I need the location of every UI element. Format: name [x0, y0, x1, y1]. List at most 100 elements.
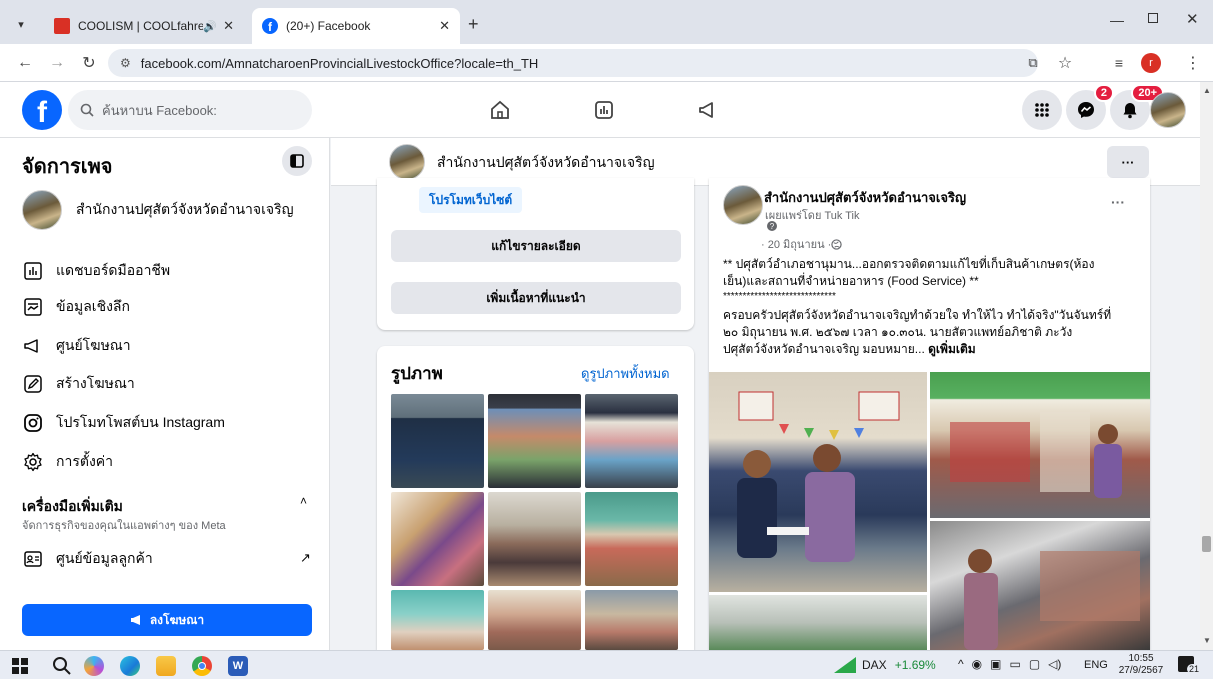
volume-icon[interactable]: ◁) — [1048, 657, 1061, 671]
edit-details-button[interactable]: แก้ไขรายละเอียด — [391, 230, 681, 262]
reading-list-icon[interactable]: ≡ — [1106, 50, 1132, 76]
sidebar-item-settings[interactable]: การตั้งค่า — [22, 447, 113, 477]
post-image[interactable] — [930, 521, 1150, 650]
post-line: ๒๐ มิถุนายน พ.ศ. ๒๕๖๗ เวลา ๑๐.๓๐น. นายสั… — [723, 325, 1073, 339]
dashboard-icon[interactable] — [586, 92, 622, 128]
post-image[interactable] — [930, 372, 1150, 518]
site-info-icon[interactable]: ⚙ — [120, 56, 131, 70]
browser-menu-icon[interactable]: ⋮ — [1180, 50, 1206, 76]
edge-icon[interactable] — [120, 656, 140, 676]
chevron-up-icon[interactable]: ^ — [958, 657, 964, 671]
clock-date: 27/9/2567 — [1118, 665, 1164, 676]
globe-icon — [831, 238, 842, 250]
page-more-button[interactable]: ··· — [1107, 146, 1149, 178]
sidebar-item-customer-center[interactable]: ศูนย์ข้อมูลลูกค้า — [22, 544, 153, 574]
tray-app-icon[interactable]: ◉ — [972, 657, 982, 671]
tab-list-button[interactable]: ▾ — [8, 12, 34, 36]
photo-thumbnail[interactable] — [585, 492, 678, 586]
photos-card: รูปภาพ ดูรูปภาพทั้งหมด — [377, 346, 694, 650]
sidebar-item-instagram-promote[interactable]: โปรโมทโพสต์บน Instagram — [22, 408, 225, 438]
page-scrollbar[interactable]: ▲ ▼ — [1200, 82, 1213, 650]
reload-icon[interactable]: ↻ — [76, 50, 102, 76]
collapse-sidebar-button[interactable] — [282, 146, 312, 176]
messenger-button[interactable]: 2 — [1066, 84, 1114, 130]
input-language[interactable]: ENG — [1084, 659, 1108, 671]
add-featured-content-button[interactable]: เพิ่มเนื้อหาที่แนะนำ — [391, 282, 681, 314]
page-name: สำนักงานปศุสัตว์จังหวัดอำนาจเจริญ — [437, 154, 655, 170]
url-text: facebook.com/AmnatcharoenProvincialLives… — [140, 55, 539, 71]
post-author-name[interactable]: สำนักงานปศุสัตว์จังหวัดอำนาจเจริญ — [764, 187, 966, 208]
tab-title: (20+) Facebook — [286, 19, 371, 33]
sidebar-item-create-ad[interactable]: สร้างโฆษณา — [22, 369, 135, 399]
speaker-icon[interactable]: 🔊 — [203, 20, 217, 33]
ads-megaphone-icon[interactable] — [690, 92, 726, 128]
chrome-icon[interactable] — [192, 656, 212, 676]
photo-thumbnail[interactable] — [488, 394, 581, 488]
search-input[interactable]: ค้นหาบน Facebook: — [68, 90, 312, 130]
photo-thumbnail[interactable] — [488, 590, 581, 650]
tab-title: COOLISM | COOLfahrenheit — [78, 19, 204, 33]
post-more-button[interactable]: ··· — [1111, 194, 1125, 210]
scroll-up-arrow-icon[interactable]: ▲ — [1203, 86, 1211, 95]
stock-widget[interactable]: DAX +1.69% — [834, 657, 936, 673]
windows-start-icon[interactable] — [12, 658, 28, 674]
sidebar-page-switcher[interactable]: สำนักงานปศุสัตว์จังหวัดอำนาจเจริญ — [22, 190, 294, 230]
photo-thumbnail[interactable] — [391, 590, 484, 650]
tab-facebook[interactable]: f (20+) Facebook ✕ — [252, 8, 460, 44]
chat-icon[interactable]: ▢ — [1029, 657, 1040, 671]
close-tab-icon[interactable]: ✕ — [439, 18, 450, 34]
bookmark-star-icon[interactable]: ☆ — [1052, 50, 1078, 76]
new-tab-button[interactable]: + — [468, 14, 479, 35]
post-author-avatar[interactable] — [723, 185, 763, 225]
photo-thumbnail[interactable] — [391, 394, 484, 488]
install-app-icon[interactable]: ⧉ — [1020, 50, 1046, 76]
contact-card-icon — [22, 548, 44, 570]
address-bar[interactable]: ⚙ facebook.com/AmnatcharoenProvincialLiv… — [108, 49, 1038, 77]
photo-thumbnail[interactable] — [585, 394, 678, 488]
close-window-button[interactable]: ✕ — [1186, 10, 1199, 28]
post-line: ***************************** — [723, 291, 836, 302]
restore-button[interactable] — [1148, 13, 1158, 23]
tray-app-icon[interactable]: ▣ — [990, 657, 1001, 671]
page-avatar[interactable] — [389, 144, 425, 180]
facebook-logo-icon[interactable]: f — [22, 90, 62, 130]
apps-menu-button[interactable] — [1022, 90, 1062, 130]
minimize-button[interactable]: — — [1110, 12, 1124, 28]
post-card: สำนักงานปศุสัตว์จังหวัดอำนาจเจริญ เผยแพร… — [709, 178, 1150, 650]
forward-icon[interactable]: → — [44, 50, 70, 76]
page-avatar — [22, 190, 62, 230]
account-avatar[interactable] — [1150, 92, 1186, 128]
run-ad-button[interactable]: ลงโฆษณา — [22, 604, 312, 636]
instagram-icon — [22, 412, 44, 434]
promote-website-button[interactable]: โปรโมทเว็บไซต์ — [419, 187, 523, 213]
word-icon[interactable]: W — [228, 656, 248, 676]
sidebar-item-professional-dashboard[interactable]: แดชบอร์ดมืออาชีพ — [22, 256, 170, 286]
gear-icon — [22, 451, 44, 473]
photo-thumbnail[interactable] — [585, 590, 678, 650]
home-icon[interactable] — [482, 92, 518, 128]
photo-thumbnail[interactable] — [488, 492, 581, 586]
see-more-link[interactable]: ดูเพิ่มเติม — [928, 342, 976, 356]
post-image-art — [964, 549, 1140, 650]
sidebar-item-ad-center[interactable]: ศูนย์โฆษณา — [22, 331, 131, 361]
close-tab-icon[interactable]: ✕ — [223, 18, 234, 34]
chevron-up-icon[interactable]: ˄ — [300, 494, 307, 508]
network-icon[interactable]: ▭ — [1009, 657, 1020, 671]
post-date[interactable]: · 20 มิถุนายน · — [761, 235, 831, 253]
clock[interactable]: 10:55 27/9/2567 — [1116, 653, 1166, 677]
search-icon[interactable] — [52, 656, 72, 676]
photo-thumbnail[interactable] — [391, 492, 484, 586]
sidebar-item-insights[interactable]: ข้อมูลเชิงลึก — [22, 292, 130, 322]
scroll-down-arrow-icon[interactable]: ▼ — [1203, 636, 1211, 645]
profile-avatar[interactable]: r — [1141, 53, 1161, 73]
coolism-favicon-icon — [54, 18, 70, 34]
post-image[interactable] — [709, 595, 927, 650]
scroll-thumb[interactable] — [1202, 536, 1211, 552]
notifications-button[interactable]: 20+ — [1110, 84, 1164, 130]
copilot-icon[interactable] — [84, 656, 104, 676]
tab-coolism[interactable]: COOLISM | COOLfahrenheit 🔊 ✕ — [44, 8, 244, 44]
see-all-photos-link[interactable]: ดูรูปภาพทั้งหมด — [581, 363, 670, 384]
post-image[interactable] — [709, 372, 927, 592]
file-explorer-icon[interactable] — [156, 656, 176, 676]
back-icon[interactable]: ← — [12, 50, 38, 76]
